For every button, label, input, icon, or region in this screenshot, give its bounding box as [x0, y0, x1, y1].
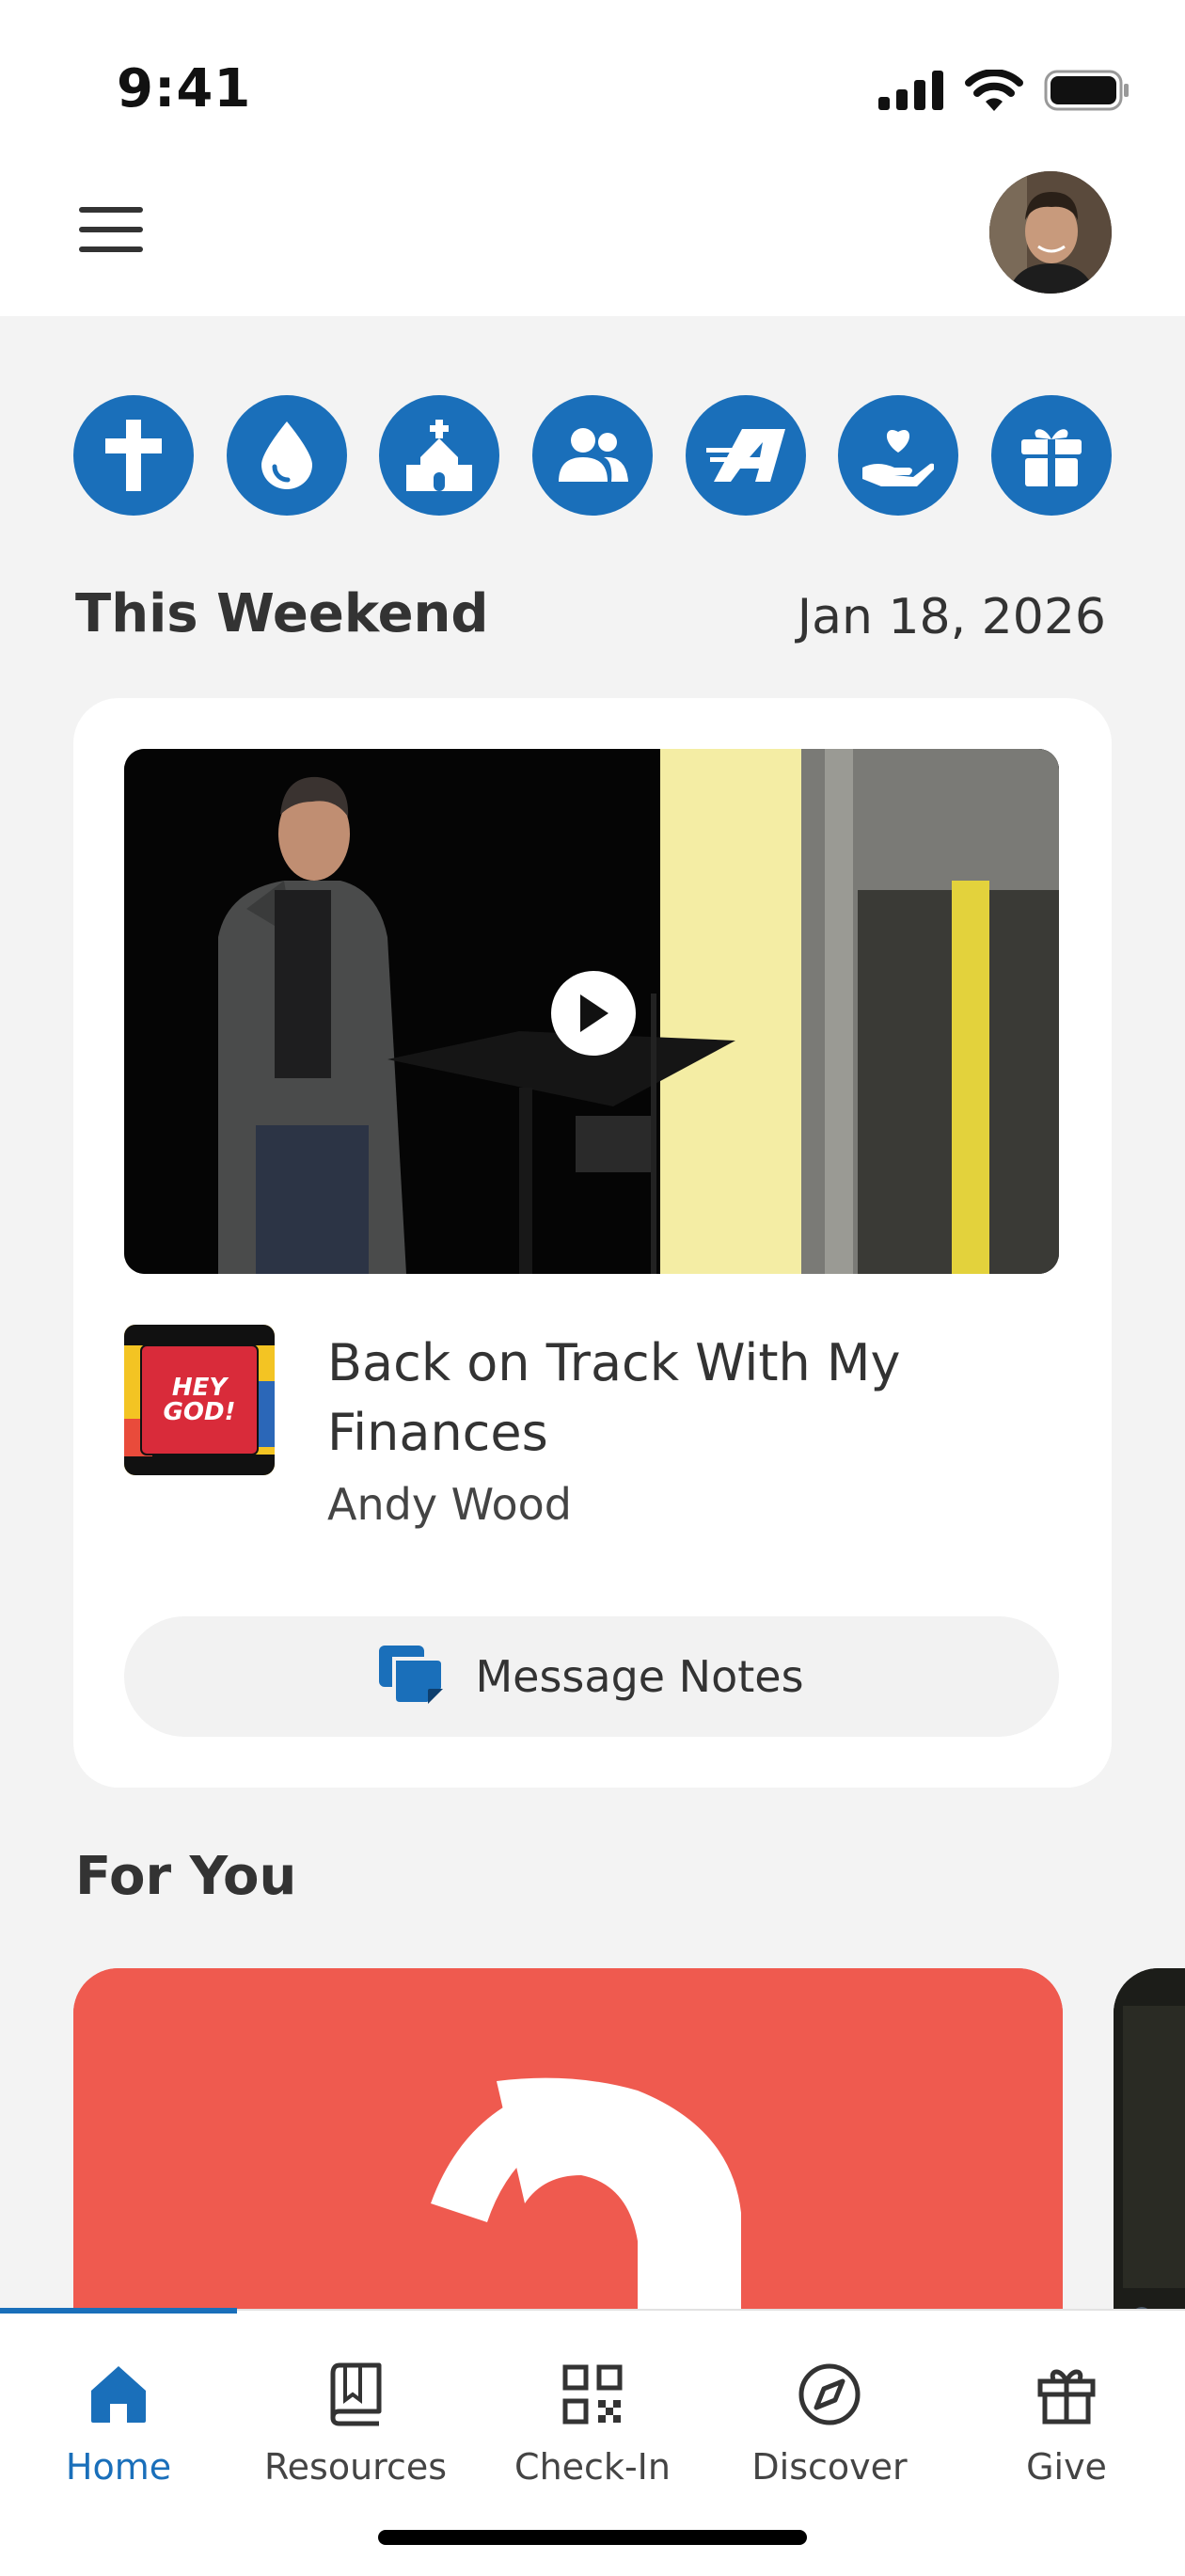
sermon-title[interactable]: Back on Track With My Finances	[327, 1328, 1023, 1468]
tab-give[interactable]: Give	[948, 2311, 1185, 2499]
wifi-icon	[965, 70, 1023, 111]
tab-label-discover: Discover	[751, 2446, 908, 2488]
tab-resources[interactable]: Resources	[237, 2311, 474, 2499]
tab-discover[interactable]: Discover	[711, 2311, 948, 2499]
gift-icon[interactable]	[990, 395, 1112, 516]
tab-label-give: Give	[1026, 2446, 1107, 2488]
church-icon[interactable]	[379, 395, 500, 516]
status-icons	[878, 70, 1130, 111]
tab-home[interactable]: Home	[0, 2311, 237, 2499]
tab-label-check-in: Check-In	[514, 2446, 671, 2488]
tab-label-resources: Resources	[263, 2446, 448, 2488]
notes-icon	[379, 1646, 446, 1706]
a-logo-icon[interactable]	[685, 395, 806, 516]
tab-check-in[interactable]: Check-In	[474, 2311, 711, 2499]
compass-icon	[798, 2363, 861, 2425]
quick-actions	[73, 395, 1112, 516]
book-icon	[330, 2362, 382, 2426]
weekend-date: Jan 18, 2026	[797, 589, 1106, 645]
sermon-speaker: Andy Wood	[327, 1479, 572, 1530]
water-drop-icon[interactable]	[226, 395, 347, 516]
cross-icon[interactable]	[73, 395, 194, 516]
this-weekend-heading: This Weekend	[75, 583, 489, 644]
cellular-signal-icon	[878, 71, 943, 110]
weekend-card[interactable]: HEY GOD! Back on Track With My Finances …	[73, 698, 1112, 1788]
sermon-video[interactable]	[124, 749, 1059, 1274]
tab-label-home: Home	[65, 2446, 172, 2488]
message-notes-label: Message Notes	[475, 1651, 804, 1702]
gift-icon	[1037, 2369, 1096, 2425]
play-icon	[580, 994, 608, 1032]
hamburger-icon[interactable]	[79, 207, 143, 252]
for-you-heading: For You	[75, 1846, 297, 1907]
people-icon[interactable]	[531, 395, 653, 516]
qr-code-icon	[562, 2364, 623, 2425]
home-indicator[interactable]	[378, 2530, 807, 2545]
thumbnail-text: HEY GOD!	[163, 1374, 236, 1426]
home-icon	[91, 2366, 146, 2423]
for-you-card[interactable]	[73, 1968, 1063, 2345]
play-button[interactable]	[551, 971, 636, 1056]
sermon-series-thumbnail[interactable]: HEY GOD!	[124, 1325, 275, 1475]
battery-icon	[1044, 70, 1129, 111]
top-bar	[0, 141, 1185, 316]
status-time: 9:41	[117, 58, 252, 119]
for-you-card-next[interactable]	[1114, 1968, 1185, 2345]
user-avatar[interactable]	[989, 171, 1112, 294]
message-notes-button[interactable]: Message Notes	[124, 1616, 1059, 1737]
hand-heart-icon[interactable]	[838, 395, 959, 516]
